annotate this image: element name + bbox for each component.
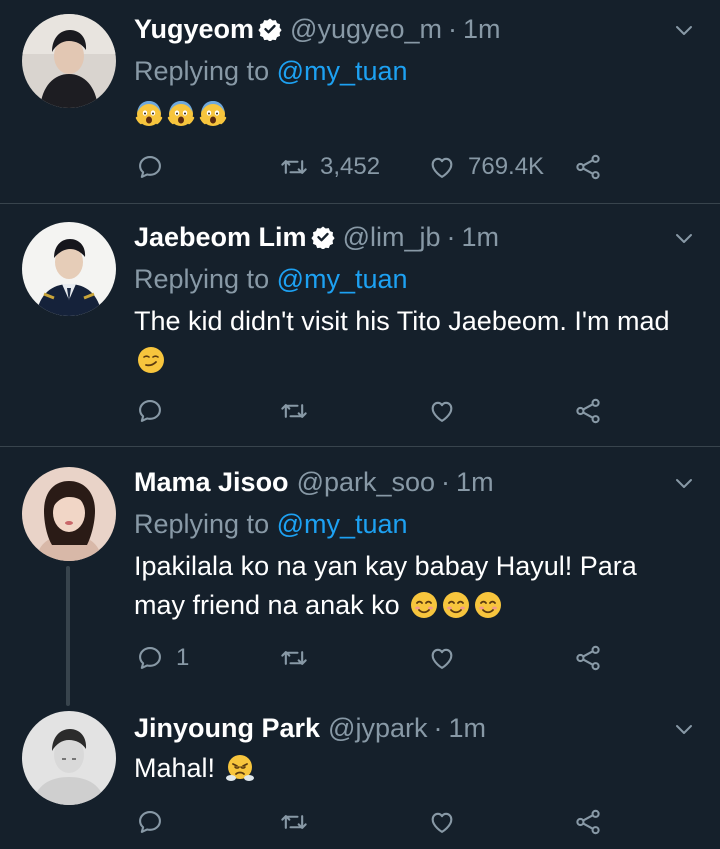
tweet-header: Jaebeom Lim @lim_jb · 1m xyxy=(134,220,499,254)
retweet-button[interactable] xyxy=(280,805,308,839)
replying-to-label: Replying to xyxy=(134,264,270,294)
share-icon xyxy=(574,644,602,672)
tweet-text-content: Mahal! xyxy=(134,753,216,783)
user-handle[interactable]: @yugyeo_m xyxy=(290,14,442,45)
tweet-actions: 1 xyxy=(134,641,614,675)
tweet-actions: 3,452 769.4K xyxy=(134,150,614,184)
chevron-down-icon[interactable] xyxy=(672,717,696,741)
separator-dot: · xyxy=(433,712,443,743)
share-button[interactable] xyxy=(574,150,602,184)
tweet-item[interactable]: Jinyoung Park @jypark · 1m Mahal! xyxy=(0,697,720,849)
smiling-face-emoji xyxy=(441,590,471,620)
tweet-item[interactable]: Jaebeom Lim @lim_jb · 1m Replying to @my… xyxy=(0,204,720,446)
retweet-button[interactable] xyxy=(280,641,308,675)
tweet-item[interactable]: Mama Jisoo @park_soo · 1m Replying to @m… xyxy=(0,447,720,697)
smiling-face-emoji xyxy=(409,590,439,620)
smiling-face-emoji xyxy=(473,590,503,620)
tweet-text-content: Ipakilala ko na yan kay babay Hayul! Par… xyxy=(134,551,637,620)
user-handle[interactable]: @jypark xyxy=(328,713,427,744)
avatar[interactable] xyxy=(22,711,116,805)
display-name[interactable]: Yugyeom xyxy=(134,14,254,45)
user-handle[interactable]: @lim_jb xyxy=(343,222,441,253)
share-button[interactable] xyxy=(574,641,602,675)
share-icon xyxy=(574,397,602,425)
share-icon xyxy=(574,808,602,836)
tweet-text: Ipakilala ko na yan kay babay Hayul! Par… xyxy=(134,547,674,625)
fearful-face-emoji xyxy=(134,98,164,128)
like-button[interactable] xyxy=(428,805,456,839)
like-count: 769.4K xyxy=(468,153,545,180)
smirking-face-emoji xyxy=(136,345,166,375)
reply-thread: Yugyeom @yugyeo_m · 1m Replying to @my_t… xyxy=(0,0,720,849)
reply-button[interactable] xyxy=(136,805,164,839)
reply-count: 1 xyxy=(176,644,190,671)
share-button[interactable] xyxy=(574,394,602,428)
mention-link[interactable]: @my_tuan xyxy=(277,509,408,539)
tweet-actions xyxy=(134,805,614,839)
mention-link[interactable]: @my_tuan xyxy=(277,264,408,294)
tweet-text: The kid didn't visit his Tito Jaebeom. I… xyxy=(134,302,674,380)
reply-icon xyxy=(136,808,164,836)
verified-badge-icon xyxy=(258,17,282,41)
chevron-down-icon[interactable] xyxy=(672,471,696,495)
retweet-button[interactable]: 3,452 xyxy=(280,150,380,184)
mention-link[interactable]: @my_tuan xyxy=(277,56,408,86)
retweet-button[interactable] xyxy=(280,394,308,428)
like-button[interactable]: 769.4K xyxy=(428,150,544,184)
heart-icon xyxy=(428,644,456,672)
like-button[interactable] xyxy=(428,641,456,675)
reply-icon xyxy=(136,644,164,672)
replying-to-label: Replying to xyxy=(134,56,270,86)
reply-icon xyxy=(136,153,164,181)
reply-button[interactable]: 1 xyxy=(136,641,189,675)
replying-to-label: Replying to xyxy=(134,509,270,539)
replying-to: Replying to @my_tuan xyxy=(134,509,408,540)
retweet-count: 3,452 xyxy=(320,153,381,180)
avatar[interactable] xyxy=(22,467,116,561)
retweet-icon xyxy=(280,808,308,836)
reply-icon xyxy=(136,397,164,425)
separator-dot: · xyxy=(448,13,458,44)
tweet-header: Mama Jisoo @park_soo · 1m xyxy=(134,465,494,499)
replying-to: Replying to @my_tuan xyxy=(134,56,408,87)
heart-icon xyxy=(428,153,456,181)
tweet-header: Yugyeom @yugyeo_m · 1m xyxy=(134,12,501,46)
chevron-down-icon[interactable] xyxy=(672,226,696,250)
share-button[interactable] xyxy=(574,805,602,839)
tweet-text xyxy=(134,94,674,133)
tweet-timestamp[interactable]: 1m xyxy=(463,14,501,45)
display-name[interactable]: Mama Jisoo xyxy=(134,467,289,498)
verified-badge-icon xyxy=(311,225,335,249)
chevron-down-icon[interactable] xyxy=(672,18,696,42)
tweet-timestamp[interactable]: 1m xyxy=(456,467,494,498)
separator-dot: · xyxy=(446,221,456,252)
tweet-header: Jinyoung Park @jypark · 1m xyxy=(134,711,486,745)
separator-dot: · xyxy=(441,466,451,497)
tweet-text: Mahal! xyxy=(134,749,674,788)
heart-icon xyxy=(428,397,456,425)
fearful-face-emoji xyxy=(198,98,228,128)
display-name[interactable]: Jaebeom Lim xyxy=(134,222,307,253)
reply-button[interactable] xyxy=(136,394,164,428)
avatar[interactable] xyxy=(22,14,116,108)
retweet-icon xyxy=(280,644,308,672)
reply-button[interactable] xyxy=(136,150,164,184)
avatar[interactable] xyxy=(22,222,116,316)
retweet-icon xyxy=(280,397,308,425)
heart-icon xyxy=(428,808,456,836)
display-name[interactable]: Jinyoung Park xyxy=(134,713,320,744)
fearful-face-emoji xyxy=(166,98,196,128)
like-button[interactable] xyxy=(428,394,456,428)
steam-from-nose-emoji xyxy=(225,753,255,783)
share-icon xyxy=(574,153,602,181)
tweet-timestamp[interactable]: 1m xyxy=(462,222,500,253)
retweet-icon xyxy=(280,153,308,181)
user-handle[interactable]: @park_soo xyxy=(297,467,435,498)
tweet-actions xyxy=(134,394,614,428)
tweet-text-content: The kid didn't visit his Tito Jaebeom. I… xyxy=(134,306,670,336)
replying-to: Replying to @my_tuan xyxy=(134,264,408,295)
tweet-timestamp[interactable]: 1m xyxy=(448,713,486,744)
tweet-item[interactable]: Yugyeom @yugyeo_m · 1m Replying to @my_t… xyxy=(0,0,720,200)
